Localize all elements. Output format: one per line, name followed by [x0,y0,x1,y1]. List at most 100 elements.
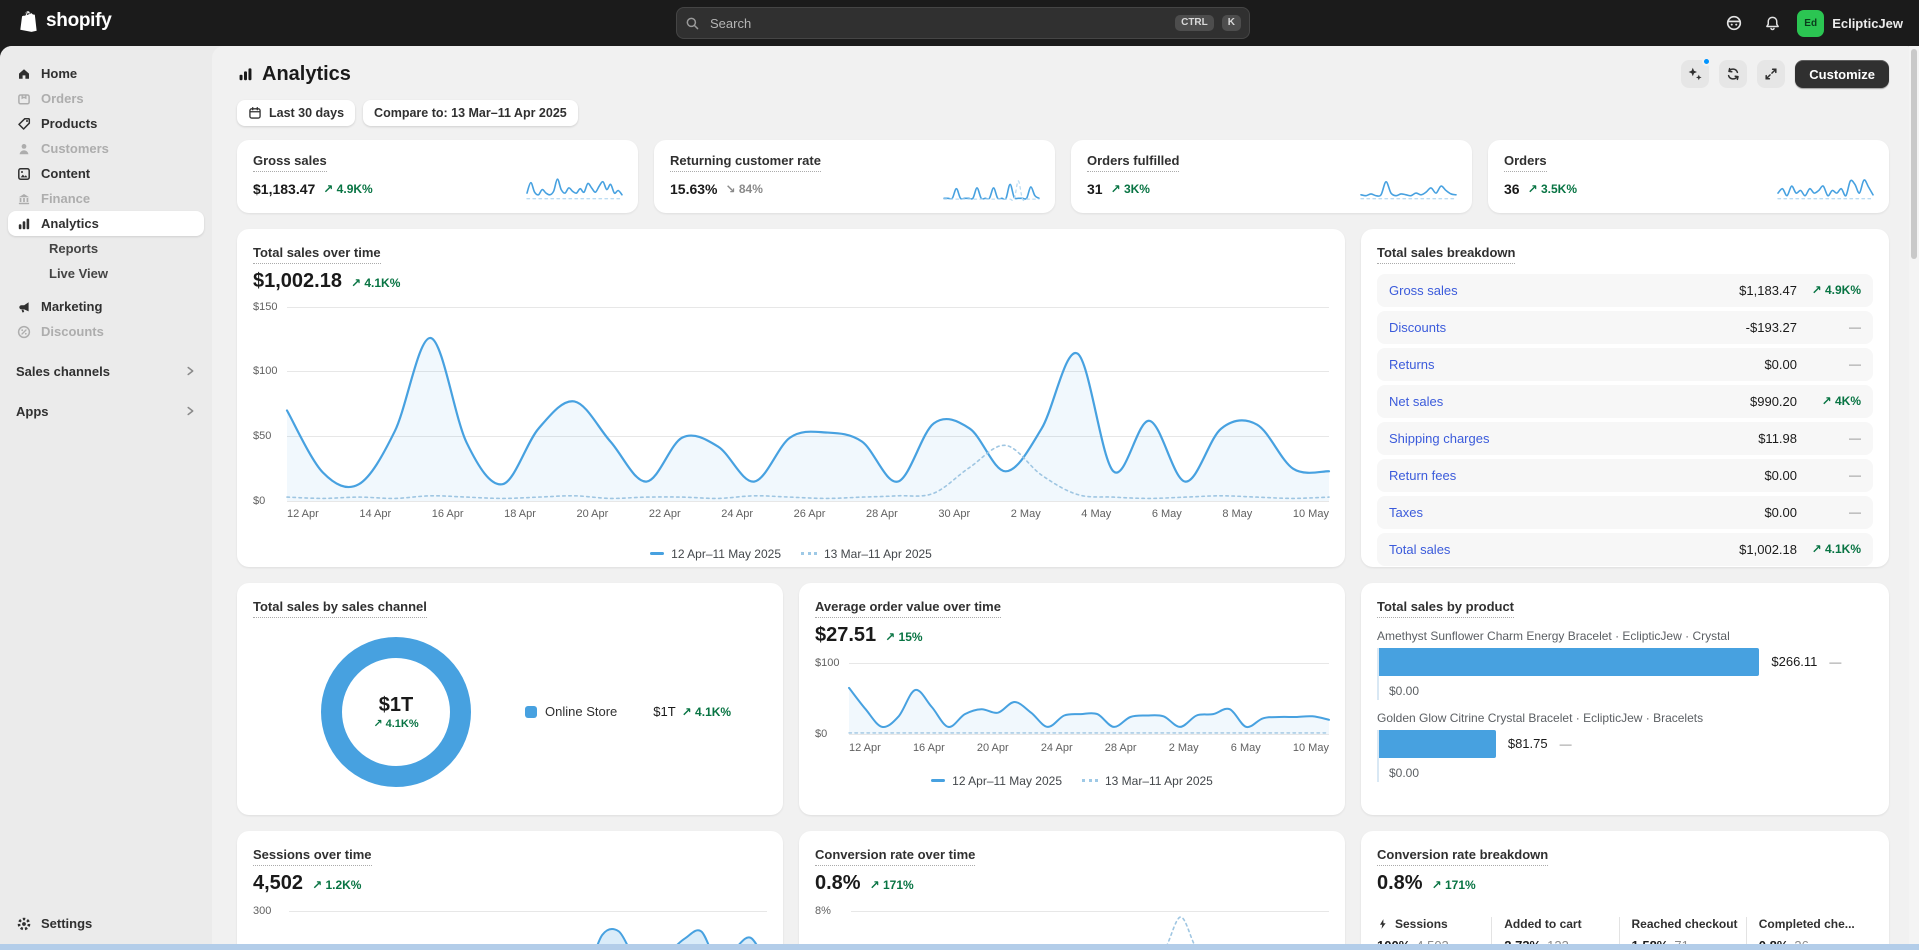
card-title[interactable]: Sessions over time [253,847,372,866]
sidebar-item-discounts[interactable]: Discounts [8,319,204,344]
bank-icon [16,191,32,207]
metric-card-orders-fulfilled[interactable]: Orders fulfilled 31↗ 3K% [1071,140,1472,213]
refresh-cycle-icon [1725,66,1741,82]
breakdown-metric-link[interactable]: Returns [1389,357,1764,372]
content-icon [16,166,32,182]
metric-delta: ↘ 84% [725,182,762,196]
breakdown-row: Return fees$0.00— [1377,459,1873,492]
card-title[interactable]: Total sales breakdown [1377,245,1515,264]
card-title[interactable]: Total sales over time [253,245,381,264]
breakdown-metric-link[interactable]: Taxes [1389,505,1764,520]
page-title: Analytics [237,63,351,86]
product-compare-value: $0.00 [1379,758,1873,782]
product-value: $81.75 [1508,736,1548,751]
y-axis-label: $0 [253,495,265,507]
conversion-breakdown-card: Conversion rate breakdown 0.8% ↗ 171% Se… [1361,831,1889,950]
x-axis-label: 12 Apr [849,742,881,754]
y-axis-label: $100 [815,657,839,669]
breakdown-value: $0.00 [1764,357,1797,372]
customize-button[interactable]: Customize [1795,60,1889,88]
breakdown-metric-link[interactable]: Net sales [1389,394,1750,409]
insights-button[interactable] [1681,60,1709,88]
sidebar-item-content[interactable]: Content [8,161,204,186]
sidebar-item-marketing[interactable]: Marketing [8,294,204,319]
sales-by-product-card: Total sales by product Amethyst Sunflowe… [1361,583,1889,815]
average-order-value-card: Average order value over time $27.51 ↗ 1… [799,583,1345,815]
x-axis-label: 10 May [1293,742,1329,754]
gross-sales-sparkline [527,174,622,200]
breakdown-metric-link[interactable]: Return fees [1389,468,1764,483]
total-sales-line-chart [287,307,1329,501]
channel-donut-chart: $1T ↗ 4.1K% Online Store $1T ↗ 4.1K% [253,632,767,792]
breakdown-value: $1,183.47 [1739,283,1797,298]
sidebar-item-reports[interactable]: Reports [8,236,204,261]
metric-card-returning-rate[interactable]: Returning customer rate 15.63%↘ 84% [654,140,1055,213]
card-title[interactable]: Total sales by sales channel [253,599,427,618]
date-range-button[interactable]: Last 30 days [237,100,355,126]
sidebar-item-orders[interactable]: Orders [8,86,204,111]
sidebar-item-products[interactable]: Products [8,111,204,136]
metric-delta: ↗ 3.5K% [1528,182,1577,196]
funnel-step-label: Reached checkout [1632,917,1738,931]
sidebar-item-analytics[interactable]: Analytics [8,211,204,236]
donut-ring: $1T ↗ 4.1K% [321,637,471,787]
product-delta: — [1560,737,1572,751]
refresh-button[interactable] [1719,60,1747,88]
x-axis-label: 24 Apr [1041,742,1073,754]
product-bar-group: Amethyst Sunflower Charm Energy Bracelet… [1377,629,1873,700]
scrollbar-thumb[interactable] [1911,49,1917,259]
breakdown-delta: — [1797,357,1861,371]
x-axis-label: 2 May [1169,742,1199,754]
card-title[interactable]: Total sales by product [1377,599,1514,618]
compare-button[interactable]: Compare to: 13 Mar–11 Apr 2025 [363,100,578,126]
sidebar-item-home[interactable]: Home [8,61,204,86]
metric-value: 36 [1504,181,1520,197]
global-search[interactable]: CTRL K [676,7,1250,39]
sidebar-section-sales-channels[interactable]: Sales channels [8,358,204,384]
home-icon [16,66,32,82]
sidebar-item-settings[interactable]: Settings [8,911,204,936]
breakdown-metric-link[interactable]: Shipping charges [1389,431,1758,446]
breakdown-metric-link[interactable]: Gross sales [1389,283,1739,298]
kbd-ctrl: CTRL [1175,15,1214,31]
total-sales-chart: $150 $100 $50 $0 12 Apr14 Apr16 Apr18 Ap… [253,307,1329,501]
bar-chart-icon [16,216,32,232]
card-title[interactable]: Conversion rate over time [815,847,975,866]
breakdown-delta: ↗ 4.9K% [1797,283,1861,297]
search-input[interactable] [708,15,1167,32]
x-axis-label: 6 May [1231,742,1261,754]
metric-title: Gross sales [253,153,327,172]
card-title[interactable]: Conversion rate breakdown [1377,847,1548,866]
sidebar-item-customers[interactable]: Customers [8,136,204,161]
sidebar-section-apps[interactable]: Apps [8,398,204,424]
notifications-button[interactable] [1756,7,1788,39]
online-store-swatch [525,706,537,718]
gridline [287,501,1329,502]
y-axis-label: $50 [253,430,271,442]
sidekick-button[interactable] [1718,7,1750,39]
account-menu[interactable]: Ed EclipticJew [1794,7,1909,40]
expand-icon [1763,66,1779,82]
x-axis-label: 16 Apr [913,742,945,754]
metric-card-gross-sales[interactable]: Gross sales $1,183.47↗ 4.9K% [237,140,638,213]
kbd-k: K [1222,15,1241,31]
fullscreen-button[interactable] [1757,60,1785,88]
aov-value: $27.51 [815,624,876,647]
sidebar-item-finance[interactable]: Finance [8,186,204,211]
channel-legend: Online Store $1T ↗ 4.1K% [525,704,731,719]
metric-value: $1,183.47 [253,181,315,197]
sidebar-item-live-view[interactable]: Live View [8,261,204,286]
x-axis: 12 Apr16 Apr20 Apr24 Apr28 Apr2 May6 May… [849,742,1329,754]
breakdown-value: $990.20 [1750,394,1797,409]
breakdown-metric-link[interactable]: Total sales [1389,542,1739,557]
vertical-scrollbar[interactable] [1909,46,1919,950]
breakdown-metric-link[interactable]: Discounts [1389,320,1746,335]
account-name: EclipticJew [1832,16,1903,31]
funnel-step-label: Completed che... [1759,917,1855,931]
card-title[interactable]: Average order value over time [815,599,1001,618]
shopify-logo[interactable]: shopify [16,9,111,33]
product-bar-body: $266.11—$0.00 [1377,648,1873,700]
nav-group-divider [0,286,212,294]
metric-card-orders[interactable]: Orders 36↗ 3.5K% [1488,140,1889,213]
metric-title: Returning customer rate [670,153,821,172]
